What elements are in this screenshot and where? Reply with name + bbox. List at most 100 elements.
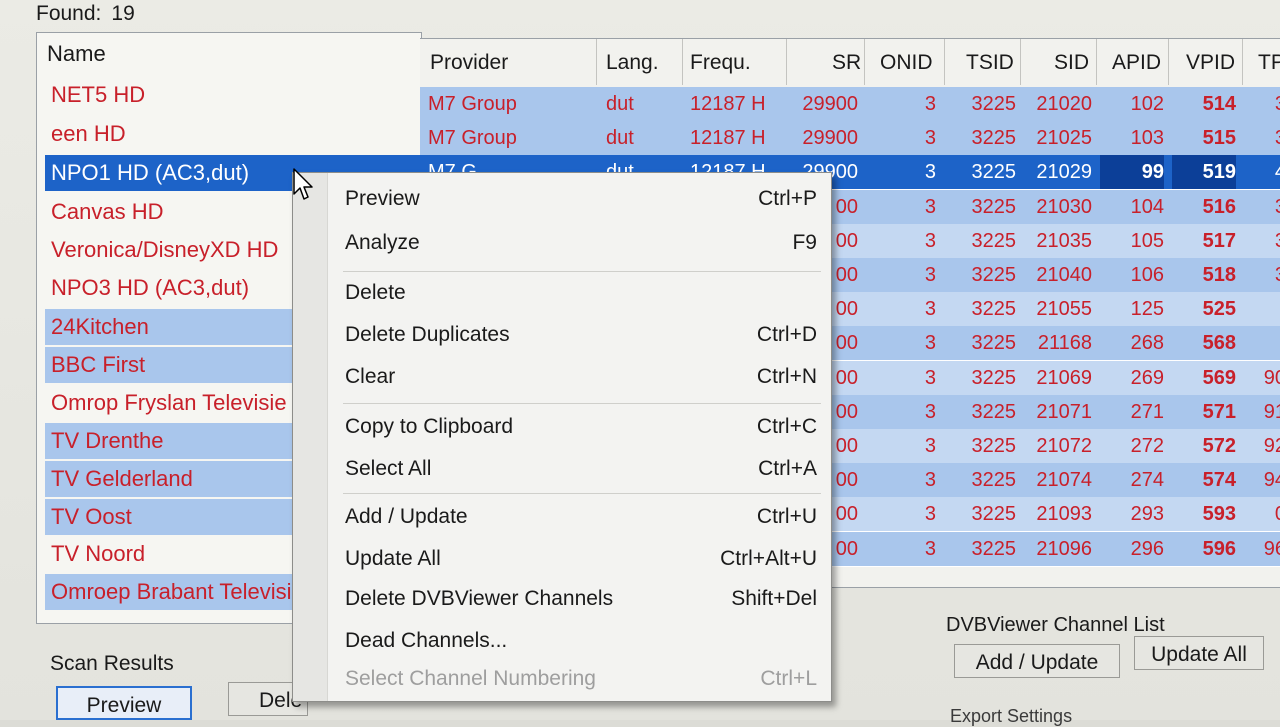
sr-column-header[interactable]: SR (832, 51, 861, 75)
tsid-column-header[interactable]: TSID (966, 51, 1014, 75)
menu-item-add-update[interactable]: Add / Update Ctrl+U (327, 499, 827, 535)
menu-item-dead-channels[interactable]: Dead Channels... (327, 623, 827, 659)
column-divider[interactable] (786, 39, 787, 85)
menu-item-delete-dvbviewer-channels[interactable]: Delete DVBViewer Channels Shift+Del (327, 581, 827, 617)
tp-cell: 3 (1246, 121, 1280, 155)
menu-separator (343, 403, 821, 404)
tp-cell: 94 (1263, 469, 1280, 492)
column-divider[interactable] (1096, 39, 1097, 85)
vpid-cell: 515 (1202, 127, 1236, 150)
preview-button[interactable]: Preview (56, 686, 192, 720)
vpid-column-header[interactable]: VPID (1186, 51, 1235, 75)
column-divider[interactable] (864, 39, 865, 85)
vpid-cell: 568 (1202, 332, 1236, 355)
column-divider[interactable] (1020, 39, 1021, 85)
name-row[interactable]: NET5 HD (45, 77, 421, 113)
onid-cell: 3 (924, 127, 936, 150)
sid-cell: 21096 (1036, 537, 1092, 560)
menu-item-select-all[interactable]: Select All Ctrl+A (327, 451, 827, 487)
apid-cell: 271 (1130, 400, 1164, 423)
menu-item-label: Analyze (345, 231, 420, 254)
tp-cell (1246, 292, 1280, 326)
tp-cell: 3 (1246, 224, 1280, 258)
menu-item-copy-to-clipboard[interactable]: Copy to Clipboard Ctrl+C (327, 409, 827, 445)
vpid-cell: 517 (1202, 229, 1236, 252)
tsid-cell: 3225 (971, 332, 1017, 355)
menu-icon-gutter (293, 173, 328, 701)
apid-cell: 293 (1130, 503, 1164, 526)
apid-cell: 272 (1130, 435, 1164, 457)
grid-row[interactable]: M7 Group dut 12187 H 29900 3 3225 21020 102 514 3 (420, 87, 1280, 122)
vpid-cell: 569 (1202, 366, 1236, 389)
sid-cell: 21020 (1036, 93, 1092, 115)
found-count: Found: 19 (36, 2, 135, 26)
tp-cell: 96 (1263, 537, 1280, 560)
onid-cell: 3 (924, 537, 936, 560)
menu-item-label: Preview (345, 187, 420, 210)
lang-cell: dut (606, 93, 634, 115)
tsid-cell: 3225 (971, 469, 1017, 492)
sr-cell: 29900 (802, 127, 858, 150)
onid-column-header[interactable]: ONID (880, 51, 933, 75)
tsid-cell: 3225 (971, 503, 1017, 526)
context-menu: Preview Ctrl+P Analyze F9 Delete Delete … (292, 172, 832, 702)
menu-item-shortcut: Ctrl+U (756, 505, 817, 528)
apid-column-header[interactable]: APID (1112, 51, 1161, 75)
provider-column-header[interactable]: Provider (430, 51, 508, 75)
add-update-button[interactable]: Add / Update (954, 644, 1120, 678)
grid-row[interactable]: M7 Group dut 12187 H 29900 3 3225 21025 103 515 3 (420, 121, 1280, 157)
menu-item-update-all[interactable]: Update All Ctrl+Alt+U (327, 541, 827, 577)
tp-column-header[interactable]: TP (1258, 51, 1280, 75)
menu-item-clear[interactable]: Clear Ctrl+N (327, 359, 827, 395)
apid-cell: 274 (1130, 469, 1164, 492)
found-label: Found: (36, 2, 102, 25)
sid-cell: 21040 (1036, 264, 1092, 286)
tsid-cell: 3225 (971, 93, 1017, 115)
menu-item-delete[interactable]: Delete (327, 275, 827, 311)
apid-cell: 125 (1130, 298, 1164, 321)
vpid-cell: 571 (1202, 400, 1236, 423)
menu-item-delete-duplicates[interactable]: Delete Duplicates Ctrl+D (327, 317, 827, 353)
column-divider[interactable] (596, 39, 597, 85)
vpid-cell: 519 (1172, 155, 1236, 190)
sid-cell: 21093 (1036, 503, 1092, 526)
column-divider[interactable] (1168, 39, 1169, 85)
menu-item-label: Update All (345, 547, 441, 570)
apid-cell: 106 (1130, 264, 1164, 286)
column-divider[interactable] (1242, 39, 1243, 85)
apid-cell: 268 (1130, 332, 1164, 355)
sid-cell: 21055 (1036, 298, 1092, 321)
frequ-column-header[interactable]: Frequ. (690, 51, 751, 75)
tp-cell: 4 (1246, 155, 1280, 189)
sid-cell: 21072 (1036, 435, 1092, 457)
apid-cell: 296 (1130, 537, 1164, 560)
tsid-cell: 3225 (971, 127, 1017, 150)
name-column-header[interactable]: Name (47, 41, 106, 67)
apid-cell: 102 (1130, 93, 1164, 115)
lang-column-header[interactable]: Lang. (606, 51, 659, 75)
tsid-cell: 3225 (971, 229, 1017, 252)
menu-item-analyze[interactable]: Analyze F9 (327, 225, 827, 261)
frequ-cell: 12187 H (690, 93, 766, 115)
sid-cell: 21025 (1036, 127, 1092, 150)
menu-item-label: Delete Duplicates (345, 323, 510, 346)
frequ-cell: 12187 H (690, 127, 766, 150)
name-row[interactable]: een HD (45, 116, 421, 152)
tsid-cell: 3225 (971, 264, 1017, 286)
menu-item-shortcut: Ctrl+L (760, 667, 817, 690)
onid-cell: 3 (924, 195, 936, 218)
update-all-button[interactable]: Update All (1134, 636, 1264, 670)
column-divider[interactable] (944, 39, 945, 85)
menu-item-label: Dead Channels... (345, 629, 508, 652)
channel-scan-window: Found: 19 Name NET5 HD een HD NPO1 HD (AC… (0, 0, 1280, 726)
tp-cell: 3 (1246, 258, 1280, 292)
sid-column-header[interactable]: SID (1054, 51, 1089, 75)
menu-item-shortcut: Ctrl+P (758, 187, 817, 210)
sid-cell: 21069 (1036, 366, 1092, 389)
lang-cell: dut (606, 127, 634, 150)
menu-item-preview[interactable]: Preview Ctrl+P (327, 181, 827, 217)
provider-cell: M7 Group (428, 127, 517, 150)
column-divider[interactable] (682, 39, 683, 85)
found-value: 19 (111, 2, 135, 25)
tsid-cell: 3225 (971, 195, 1017, 218)
